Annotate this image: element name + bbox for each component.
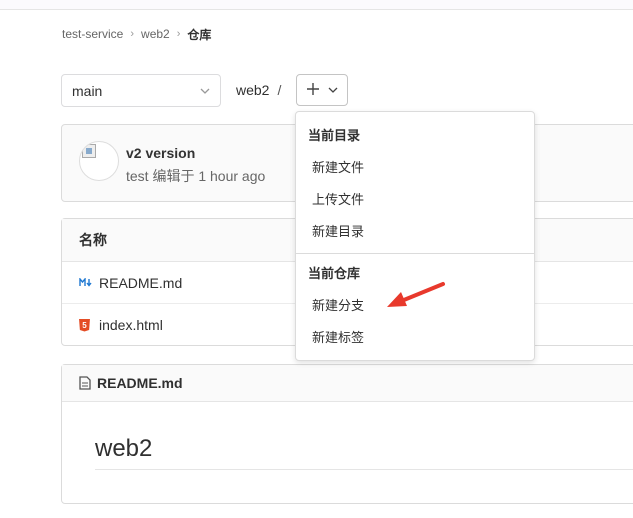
branch-select-value: main (72, 82, 103, 99)
commit-title[interactable]: v2 version (126, 145, 195, 161)
html5-icon: 5 (79, 318, 90, 332)
commit-meta: test 编辑于 1 hour ago (126, 168, 266, 184)
branch-select[interactable]: main (61, 74, 221, 107)
file-name[interactable]: index.html (99, 317, 163, 333)
readme-heading: web2 (95, 435, 633, 470)
readme-header: README.md (62, 365, 633, 402)
chevron-down-icon (328, 85, 338, 96)
markdown-icon (79, 278, 93, 287)
file-icon (79, 376, 91, 390)
menu-item-new-file[interactable]: 新建文件 (296, 152, 534, 184)
dropdown-section-title: 当前目录 (308, 128, 361, 143)
menu-item-new-tag[interactable]: 新建标签 (296, 322, 534, 354)
annotation-arrow-icon (387, 282, 445, 307)
readme-panel: README.md web2 (61, 364, 633, 504)
add-dropdown-button[interactable] (296, 74, 348, 106)
file-name[interactable]: README.md (99, 275, 182, 291)
menu-item-upload-file[interactable]: 上传文件 (296, 184, 534, 216)
top-bar (0, 0, 633, 10)
breadcrumb: test-service › web2 › 仓库 (62, 26, 211, 42)
breadcrumb-separator-icon: › (130, 28, 135, 40)
readme-filename: README.md (97, 375, 183, 391)
repo-path: web2 / (236, 82, 281, 98)
breadcrumb-item-repo[interactable]: web2 (141, 27, 170, 41)
breadcrumb-current: 仓库 (187, 27, 212, 42)
chevron-down-icon (200, 85, 210, 97)
plus-icon (306, 81, 320, 99)
dropdown-divider (296, 253, 534, 254)
breadcrumb-separator-icon: › (176, 28, 181, 40)
breadcrumb-item-project[interactable]: test-service (62, 27, 123, 41)
broken-image-icon (82, 144, 96, 158)
avatar[interactable] (79, 141, 119, 181)
menu-item-new-directory[interactable]: 新建目录 (296, 216, 534, 248)
path-separator: / (277, 82, 282, 98)
add-dropdown-menu: 当前目录 新建文件 上传文件 新建目录 当前仓库 新建分支 新建标签 (295, 111, 535, 361)
path-segment[interactable]: web2 (236, 82, 269, 98)
